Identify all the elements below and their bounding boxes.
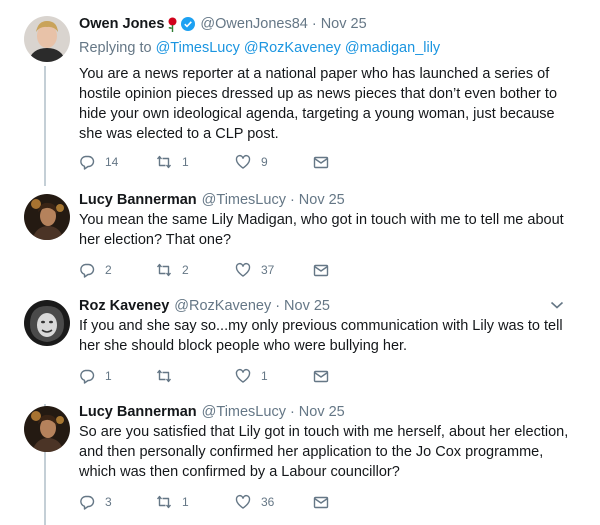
avatar[interactable] xyxy=(24,300,70,346)
tweet[interactable]: Roz Kaveney @RozKaveney · Nov 25 If you … xyxy=(0,294,600,398)
separator-dot: · xyxy=(289,404,295,420)
reply-count: 2 xyxy=(105,263,112,277)
envelope-icon xyxy=(313,370,329,383)
like-count: 37 xyxy=(261,263,275,277)
heart-icon xyxy=(235,154,251,169)
avatar[interactable] xyxy=(24,194,70,240)
reply-count: 3 xyxy=(105,495,112,509)
envelope-icon xyxy=(313,496,329,509)
tweet-text: You are a news reporter at a national pa… xyxy=(79,66,558,142)
reply-button[interactable]: 14 xyxy=(79,152,118,172)
verified-badge-icon xyxy=(181,17,196,31)
direct-message-button[interactable] xyxy=(313,260,339,280)
tweet-actions: 2 2 37 xyxy=(79,260,339,280)
chevron-down-icon[interactable] xyxy=(550,300,564,310)
tweet-text: If you and she say so...my only previous… xyxy=(79,318,563,354)
retweet-icon xyxy=(156,495,172,509)
avatar[interactable] xyxy=(24,16,70,62)
retweet-icon xyxy=(156,369,172,383)
retweet-button[interactable]: 1 xyxy=(156,492,189,512)
tweet-actions: 14 1 9 xyxy=(79,152,339,172)
separator-dot: · xyxy=(275,298,281,314)
direct-message-button[interactable] xyxy=(313,366,339,386)
reply-icon xyxy=(80,263,95,278)
reply-icon xyxy=(80,495,95,510)
envelope-icon xyxy=(313,264,329,277)
like-count: 1 xyxy=(261,369,268,383)
tweet-text: You mean the same Lily Madigan, who got … xyxy=(79,212,564,248)
reply-count: 1 xyxy=(105,369,112,383)
tweet-date[interactable]: Nov 25 xyxy=(299,192,345,208)
tweet[interactable]: Lucy Bannerman @TimesLucy · Nov 25 You m… xyxy=(0,188,600,292)
envelope-icon xyxy=(313,156,329,169)
author-name[interactable]: Owen Jones xyxy=(79,16,164,32)
separator-dot: · xyxy=(311,16,317,32)
separator-dot: · xyxy=(289,192,295,208)
retweet-button[interactable]: 1 xyxy=(156,152,189,172)
like-button[interactable]: 1 xyxy=(235,366,268,386)
author-name[interactable]: Lucy Bannerman xyxy=(79,404,197,420)
retweet-icon xyxy=(156,155,172,169)
like-button[interactable]: 9 xyxy=(235,152,268,172)
reply-button[interactable]: 2 xyxy=(79,260,112,280)
retweet-count: 2 xyxy=(182,263,189,277)
reply-button[interactable]: 1 xyxy=(79,366,112,386)
reply-icon xyxy=(80,369,95,384)
author-handle[interactable]: @RozKaveney xyxy=(174,298,271,314)
reply-icon xyxy=(80,155,95,170)
retweet-button[interactable] xyxy=(156,366,182,386)
author-handle[interactable]: @TimesLucy xyxy=(202,192,286,208)
replying-to-handles[interactable]: @TimesLucy @RozKaveney @madigan_lily xyxy=(156,40,441,56)
author-name[interactable]: Lucy Bannerman xyxy=(79,192,197,208)
tweet-actions: 1 1 xyxy=(79,366,339,386)
replying-to: Replying to @TimesLucy @RozKaveney @madi… xyxy=(79,40,440,56)
tweet-text: So are you satisfied that Lily got in to… xyxy=(79,424,569,480)
like-count: 36 xyxy=(261,495,275,509)
like-count: 9 xyxy=(261,155,268,169)
like-button[interactable]: 36 xyxy=(235,492,274,512)
retweet-button[interactable]: 2 xyxy=(156,260,189,280)
retweet-count: 1 xyxy=(182,495,189,509)
heart-icon xyxy=(235,494,251,509)
reply-count: 14 xyxy=(105,155,119,169)
replying-prefix: Replying to xyxy=(79,40,152,56)
retweet-count: 1 xyxy=(182,155,189,169)
tweet-date[interactable]: Nov 25 xyxy=(321,16,367,32)
tweet[interactable]: Lucy Bannerman @TimesLucy · Nov 25 So ar… xyxy=(0,400,600,525)
author-name[interactable]: Roz Kaveney xyxy=(79,298,169,314)
heart-icon xyxy=(235,368,251,383)
tweet-actions: 3 1 36 xyxy=(79,492,339,512)
tweet-date[interactable]: Nov 25 xyxy=(284,298,330,314)
avatar[interactable] xyxy=(24,406,70,452)
like-button[interactable]: 37 xyxy=(235,260,274,280)
reply-button[interactable]: 3 xyxy=(79,492,112,512)
direct-message-button[interactable] xyxy=(313,152,339,172)
tweet-date[interactable]: Nov 25 xyxy=(299,404,345,420)
rose-icon xyxy=(167,17,178,32)
retweet-icon xyxy=(156,263,172,277)
author-handle[interactable]: @TimesLucy xyxy=(202,404,286,420)
direct-message-button[interactable] xyxy=(313,492,339,512)
tweet[interactable]: Owen Jones @OwenJones84 · Nov 25 Replyin… xyxy=(0,0,600,188)
author-handle[interactable]: @OwenJones84 xyxy=(200,16,307,32)
heart-icon xyxy=(235,262,251,277)
